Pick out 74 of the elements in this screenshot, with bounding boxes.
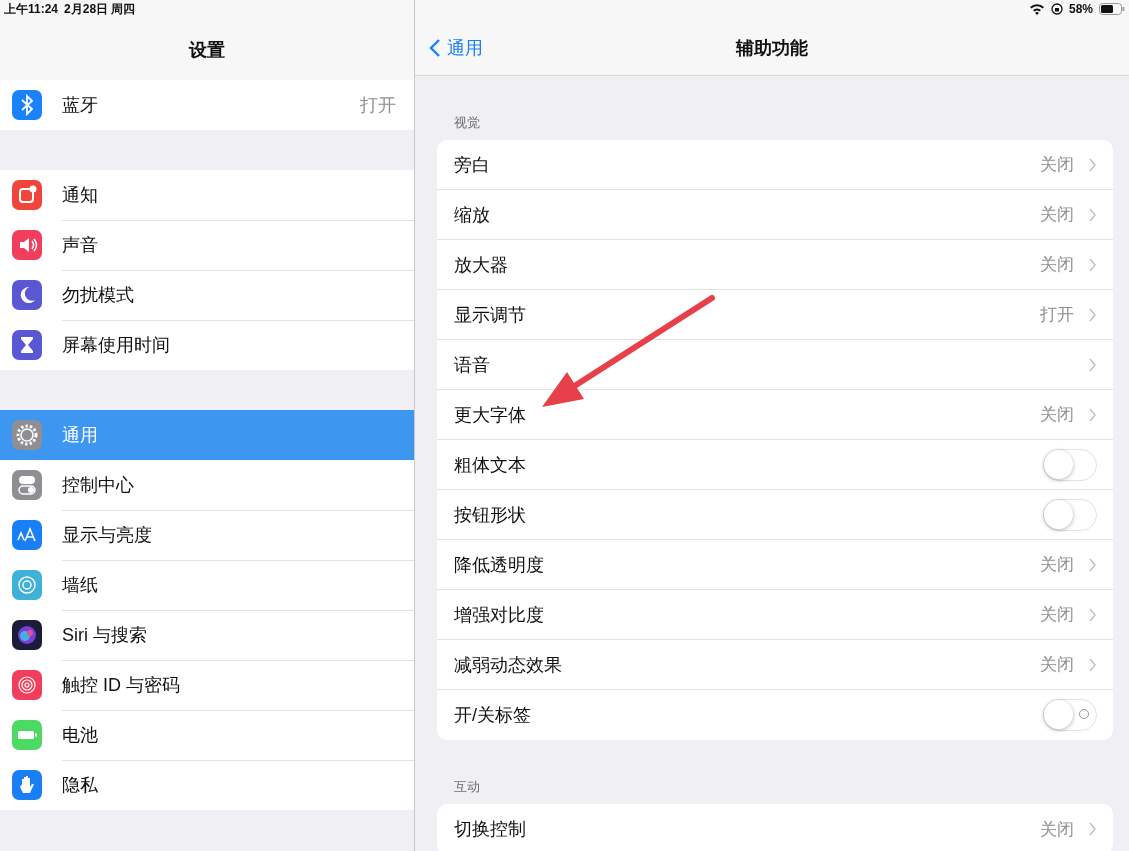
chevron-icon: [1088, 606, 1097, 623]
battery-icon: [1099, 3, 1125, 15]
setting-label: 显示调节: [454, 303, 526, 327]
chevron-icon: [1088, 206, 1097, 223]
toggle-switch[interactable]: [1043, 448, 1097, 481]
setting-label: 开/关标签: [454, 704, 531, 727]
setting-value: 关闭: [1040, 154, 1074, 176]
status-time: 上午11:24: [4, 0, 59, 18]
setting-label: 缩放: [454, 203, 490, 227]
battery-percent: 58%: [1068, 2, 1093, 16]
item-label: 触控 ID 与密码: [62, 673, 180, 697]
speaker-icon: [12, 230, 42, 260]
setting-value: 关闭: [1040, 654, 1074, 676]
wifi-icon: [1028, 3, 1045, 15]
section-header: 视觉: [453, 114, 481, 132]
setting-value: 关闭: [1040, 204, 1074, 226]
sidebar-title: 设置: [189, 39, 225, 62]
setting-value: 打开: [1040, 304, 1074, 326]
item-label: 通用: [62, 424, 98, 447]
setting-label: 旁白: [454, 153, 490, 177]
setting-value: 关闭: [1040, 254, 1074, 276]
chevron-icon: [1088, 356, 1097, 373]
chevron-icon: [1088, 406, 1097, 423]
chevron-icon: [1088, 256, 1097, 273]
setting-value: 关闭: [1040, 404, 1074, 426]
setting-label: 放大器: [454, 253, 508, 277]
item-label: 电池: [62, 723, 98, 747]
section-header: 互动: [453, 778, 481, 796]
item-label: 隐私: [62, 774, 98, 797]
setting-value: 关闭: [1040, 554, 1074, 576]
item-label: 墙纸: [62, 573, 98, 597]
setting-value: 关闭: [1040, 818, 1074, 841]
setting-value: 关闭: [1040, 604, 1074, 626]
back-button[interactable]: 通用: [429, 36, 483, 60]
bluetooth-icon: [12, 90, 42, 120]
status-date: 2月28日 周四: [64, 0, 136, 18]
chevron-icon: [1088, 306, 1097, 323]
rotation-lock-icon: [1050, 3, 1063, 15]
moon-icon: [12, 280, 42, 310]
item-label: 显示与亮度: [62, 523, 152, 547]
chevron-icon: [1088, 556, 1097, 573]
page-title: 辅助功能: [736, 36, 808, 60]
setting-label: 语音: [454, 353, 490, 377]
fingerprint-icon: [12, 670, 42, 700]
hand-icon: [12, 770, 42, 800]
setting-label: 增强对比度: [454, 603, 544, 627]
text-size-icon: [12, 520, 42, 550]
hourglass-icon: [12, 330, 42, 360]
battery-icon: [12, 720, 42, 750]
item-label: 声音: [62, 233, 98, 257]
item-label: 通知: [62, 183, 98, 207]
item-label: 控制中心: [62, 473, 134, 497]
chevron-icon: [1088, 156, 1097, 173]
switches-icon: [12, 470, 42, 500]
chevron-icon: [1088, 821, 1097, 837]
back-chevron-icon: [429, 38, 441, 58]
setting-label: 更大字体: [454, 403, 526, 427]
item-label: Siri 与搜索: [62, 623, 147, 647]
setting-label: 按钮形状: [454, 503, 526, 527]
setting-label: 降低透明度: [454, 553, 544, 577]
setting-label: 切换控制: [454, 818, 526, 841]
flower-icon: [12, 570, 42, 600]
toggle-switch[interactable]: [1043, 498, 1097, 531]
chevron-icon: [1088, 656, 1097, 673]
setting-label: 粗体文本: [454, 453, 526, 477]
item-label: 屏幕使用时间: [62, 334, 170, 357]
toggle-switch[interactable]: [1043, 699, 1097, 731]
item-value: 打开: [360, 94, 396, 117]
notification-icon: [12, 180, 42, 210]
orb-icon: [12, 620, 42, 650]
gear-icon: [12, 420, 42, 450]
item-label: 勿扰模式: [62, 283, 134, 307]
setting-label: 减弱动态效果: [454, 653, 562, 677]
item-label: 蓝牙: [62, 94, 98, 117]
